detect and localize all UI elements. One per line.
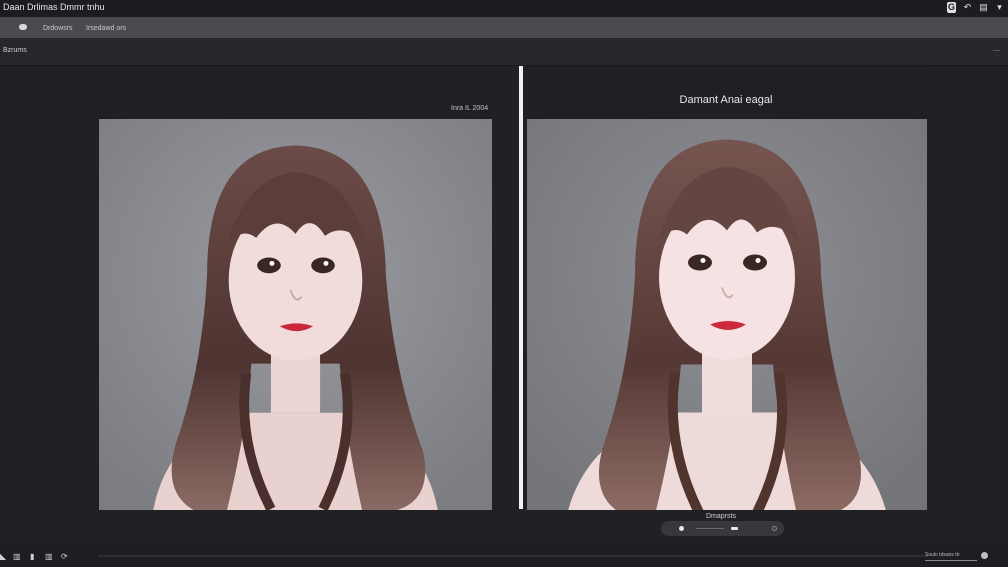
- columns-icon-2[interactable]: ▥: [45, 553, 53, 561]
- original-image[interactable]: [99, 119, 492, 510]
- toolbar-item-1[interactable]: Drdowsrs: [43, 25, 73, 32]
- left-pane-caption: Inra IL 2004: [451, 105, 489, 112]
- panel-collapse-icon[interactable]: [993, 50, 1000, 51]
- layers-icon[interactable]: ▮: [30, 553, 34, 561]
- columns-icon[interactable]: ▥: [13, 553, 21, 561]
- window-controls: G ↶ ▤ ▾: [947, 2, 1004, 13]
- right-pane-header: [526, 66, 928, 119]
- prev-dot-icon[interactable]: [679, 526, 684, 531]
- active-view-icon[interactable]: [731, 527, 738, 530]
- processed-image[interactable]: [527, 119, 927, 510]
- view-mode-toggle[interactable]: [661, 521, 784, 536]
- bottom-field[interactable]: Soulo tdsans ttr: [925, 552, 977, 561]
- save-icon[interactable]: ▤: [979, 2, 988, 13]
- panel-header: Bzrums: [0, 38, 1008, 66]
- pill-divider: [696, 528, 724, 529]
- refresh-icon[interactable]: ⟳: [61, 553, 68, 561]
- undo-icon[interactable]: ↶: [963, 2, 972, 13]
- settings-icon[interactable]: [981, 552, 988, 559]
- app-badge-icon[interactable]: G: [947, 2, 956, 13]
- toolbar-item-2[interactable]: Irsedawd ors: [86, 25, 126, 32]
- panel-label[interactable]: Bzrums: [3, 47, 27, 54]
- next-dot-icon[interactable]: [772, 526, 777, 531]
- pointer-icon[interactable]: ◣: [0, 553, 6, 561]
- right-pane-title: Damant Anai eagal: [679, 94, 773, 106]
- bottom-bar: ◣ ▥ ▮ ▥ ⟳ Soulo tdsans ttr: [0, 545, 1008, 567]
- portrait-processed: [527, 119, 927, 510]
- compare-splitter[interactable]: [519, 66, 523, 509]
- toolbar: Drdowsrs Irsedawd ors: [0, 17, 1008, 38]
- chat-bubble-icon[interactable]: [19, 24, 27, 30]
- filter-icon[interactable]: ▾: [995, 2, 1004, 13]
- title-bar: Daan Drlimas Dmmr tnhu G ↶ ▤ ▾: [0, 0, 1008, 17]
- status-label: Dmaprsts: [706, 513, 736, 520]
- portrait-original: [99, 119, 492, 510]
- timeline-track[interactable]: [98, 555, 928, 557]
- window-title: Daan Drlimas Dmmr tnhu: [3, 2, 105, 12]
